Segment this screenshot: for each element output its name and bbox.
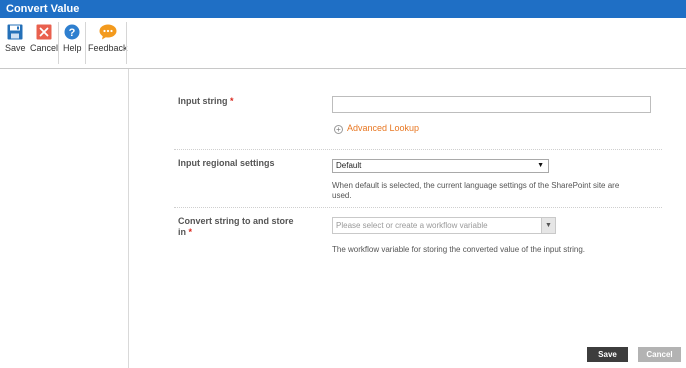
input-string-label: Input string * bbox=[178, 96, 234, 107]
dropdown-arrow-icon: ▼ bbox=[537, 162, 544, 169]
cancel-ribbon-label: Cancel bbox=[30, 43, 59, 53]
advanced-lookup-link[interactable]: + Advanced Lookup bbox=[334, 123, 419, 134]
workflow-variable-placeholder: Please select or create a workflow varia… bbox=[336, 221, 488, 230]
close-icon bbox=[36, 24, 52, 40]
regional-settings-label: Input regional settings bbox=[178, 158, 275, 168]
regional-settings-help: When default is selected, the current la… bbox=[332, 181, 619, 201]
regional-settings-select[interactable]: Default ▼ bbox=[332, 159, 549, 173]
speech-bubble-icon bbox=[99, 24, 117, 40]
cancel-button[interactable]: Cancel bbox=[638, 347, 681, 362]
section-divider bbox=[174, 149, 662, 150]
window-title: Convert Value bbox=[0, 0, 686, 18]
plus-circle-icon: + bbox=[334, 125, 343, 134]
ribbon-separator bbox=[58, 22, 59, 64]
save-ribbon-button[interactable]: Save bbox=[5, 24, 26, 53]
required-marker: * bbox=[230, 96, 234, 106]
help-ribbon-button[interactable]: ? Help bbox=[63, 24, 82, 53]
convert-string-label-line1: Convert string to and store bbox=[178, 216, 294, 226]
regional-settings-help-line2: used. bbox=[332, 191, 352, 200]
required-marker: * bbox=[188, 227, 193, 237]
save-button[interactable]: Save bbox=[587, 347, 628, 362]
section-divider bbox=[174, 207, 662, 208]
advanced-lookup-label: Advanced Lookup bbox=[347, 123, 420, 133]
ribbon-separator bbox=[85, 22, 86, 64]
feedback-ribbon-label: Feedback bbox=[88, 43, 128, 53]
help-icon: ? bbox=[64, 24, 80, 40]
help-ribbon-label: Help bbox=[63, 43, 82, 53]
convert-string-label-line2-text: in bbox=[178, 227, 186, 237]
workflow-variable-select[interactable]: Please select or create a workflow varia… bbox=[332, 217, 556, 234]
floppy-disk-icon bbox=[7, 24, 23, 40]
cancel-ribbon-button[interactable]: Cancel bbox=[30, 24, 58, 53]
left-panel bbox=[0, 69, 129, 368]
feedback-ribbon-button[interactable]: Feedback bbox=[88, 24, 128, 53]
convert-string-help: The workflow variable for storing the co… bbox=[332, 245, 586, 254]
svg-text:?: ? bbox=[69, 27, 76, 39]
regional-settings-help-line1: When default is selected, the current la… bbox=[332, 181, 620, 190]
dropdown-arrow-icon[interactable]: ▼ bbox=[541, 218, 555, 233]
convert-string-label: Convert string to and store in * bbox=[178, 216, 294, 238]
ribbon-separator bbox=[126, 22, 127, 64]
input-string-label-text: Input string bbox=[178, 96, 228, 106]
save-ribbon-label: Save bbox=[5, 43, 26, 53]
convert-string-label-line2: in * bbox=[178, 227, 294, 238]
regional-settings-value: Default bbox=[336, 161, 362, 170]
input-string-field[interactable] bbox=[332, 96, 651, 113]
ribbon-toolbar: Save Cancel ? Help Feedback bbox=[0, 18, 686, 69]
